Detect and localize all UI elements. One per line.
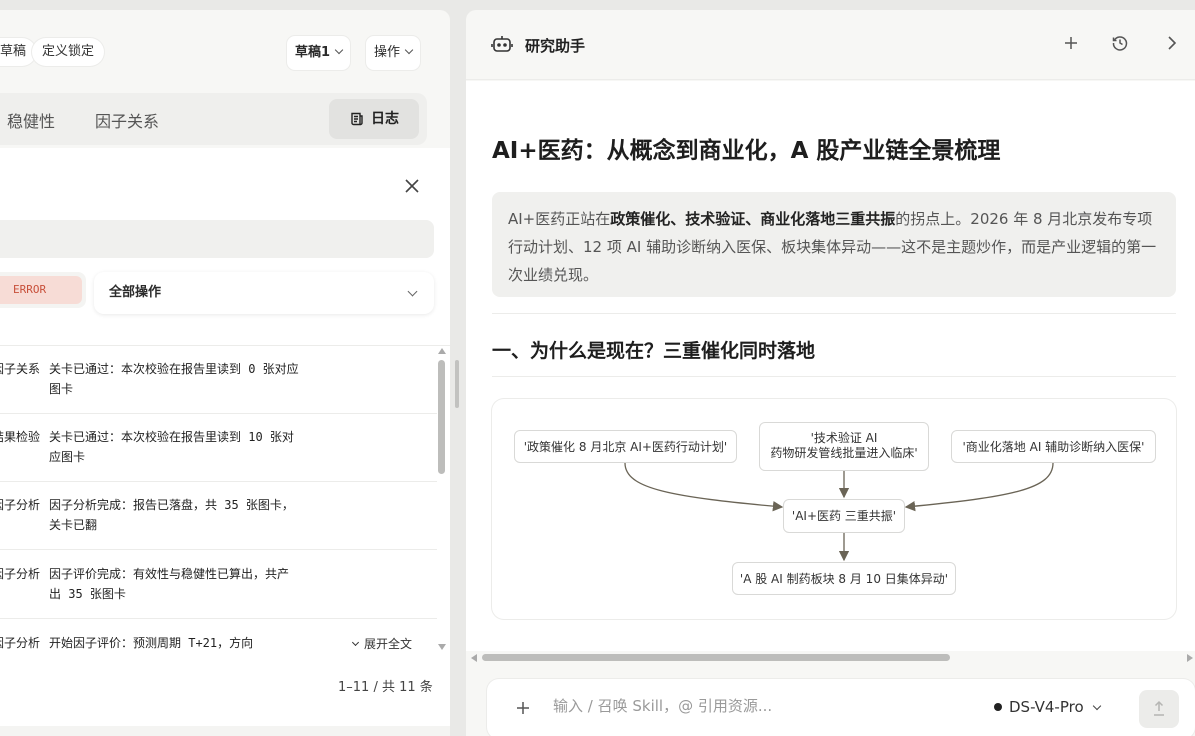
bottom-strip <box>0 726 450 736</box>
article-title: AI+医药：从概念到商业化，A 股产业链全景梳理 <box>492 138 1001 164</box>
row-divider <box>0 618 437 619</box>
scroll-right-arrow-icon[interactable] <box>1187 654 1193 662</box>
section-divider <box>492 376 1176 377</box>
log-message: 开始因子评价：预测周期 T+21，方向 <box>49 636 254 650</box>
pagination-info: 1–11 / 共 11 条 <box>338 680 433 695</box>
log-stage: 结果检验 <box>0 430 40 444</box>
send-arrow-icon <box>1154 700 1164 716</box>
log-drawer: ERROR 全部操作 因子关系 关卡已通过：本次校验在报告里读到 0 张对应图卡… <box>0 148 450 736</box>
chevron-down-icon <box>351 638 360 647</box>
send-button[interactable] <box>1139 690 1179 728</box>
scroll-up-arrow-icon[interactable] <box>438 348 446 354</box>
level-filter[interactable]: ERROR <box>0 272 86 308</box>
horizontal-scrollbar[interactable] <box>466 651 1195 665</box>
research-assistant-panel: 研究助手 AI+医药：从概念到商业化，A 股产业链全景梳理 AI+医药正站在政策… <box>466 10 1195 736</box>
robot-icon <box>491 36 513 52</box>
history-icon[interactable] <box>1111 34 1129 52</box>
chat-input-bar: DS-V4-Pro <box>487 679 1195 736</box>
panel-resize-handle[interactable] <box>455 360 459 408</box>
article-summary-quote: AI+医药正站在政策催化、技术验证、商业化落地三重共振的拐点上。2026 年 8… <box>492 192 1176 297</box>
tab-factor-relation[interactable]: 因子关系 <box>95 108 159 132</box>
definition-lock-pill[interactable]: 定义锁定 <box>32 38 105 66</box>
chevron-right-icon[interactable] <box>1163 34 1181 52</box>
log-message: 因子评价完成：有效性与稳健性已算出，共产出 35 张图卡 <box>49 567 290 601</box>
expand-label: 展开全文 <box>364 637 413 651</box>
expand-full-text-button[interactable]: 展开全文 <box>351 635 413 652</box>
model-name: DS-V4-Pro <box>1009 698 1084 716</box>
log-button[interactable]: 日志 <box>329 99 419 139</box>
quote-text-pre: AI+医药正站在 <box>508 210 611 228</box>
row-divider <box>0 549 437 550</box>
tab-robustness[interactable]: 稳健性 <box>7 108 55 132</box>
operations-select[interactable]: 操作 <box>366 36 421 70</box>
chevron-down-icon <box>334 45 344 55</box>
row-divider <box>0 481 437 482</box>
log-stage: 因子分析 <box>0 567 40 581</box>
chat-input[interactable] <box>553 697 973 715</box>
chevron-down-icon <box>407 286 418 297</box>
log-stage: 因子关系 <box>0 362 40 376</box>
log-message: 关卡已通过：本次校验在报告里读到 10 张对应图卡 <box>49 430 294 464</box>
plus-icon[interactable] <box>1062 34 1080 52</box>
assistant-title: 研究助手 <box>525 37 586 55</box>
log-stage: 因子分析 <box>0 498 40 512</box>
close-icon[interactable] <box>402 176 422 196</box>
chevron-down-icon <box>1092 701 1101 711</box>
analysis-tabbar: 稳健性 因子关系 日志 <box>0 93 427 145</box>
draft-select[interactable]: 草稿1 <box>287 36 351 70</box>
log-stage: 因子分析 <box>0 636 40 650</box>
attach-plus-icon[interactable] <box>515 700 531 716</box>
model-select[interactable]: DS-V4-Pro <box>994 698 1101 716</box>
action-filter-select[interactable]: 全部操作 <box>94 272 434 314</box>
log-icon <box>351 112 363 126</box>
node-tech: '技术验证 AI 药物研发管线批量进入临床' <box>759 422 929 471</box>
edge-policy-resonance <box>624 462 784 512</box>
section-heading: 一、为什么是现在？三重催化同时落地 <box>492 340 816 362</box>
model-status-dot-icon <box>994 703 1002 711</box>
scroll-down-arrow-icon[interactable] <box>438 644 446 650</box>
log-button-label: 日志 <box>371 111 399 127</box>
node-commercial: '商业化落地 AI 辅助诊断纳入医保' <box>951 430 1156 463</box>
operations-select-label: 操作 <box>374 45 401 60</box>
article-content: AI+医药：从概念到商业化，A 股产业链全景梳理 AI+医药正站在政策催化、技术… <box>466 81 1195 651</box>
node-tech-line1: '技术验证 AI <box>810 431 878 445</box>
horizontal-scroll-thumb[interactable] <box>482 654 950 661</box>
left-panel: 草稿 定义锁定 草稿1 操作 稳健性 因子关系 日志 ERROR 全部操作 因子… <box>0 10 450 736</box>
list-divider <box>0 345 450 346</box>
quote-text-bold: 政策催化、技术验证、商业化落地三重共振 <box>610 210 896 228</box>
assistant-header: 研究助手 <box>466 10 1195 80</box>
scroll-thumb[interactable] <box>438 360 445 474</box>
log-search-input[interactable] <box>0 220 434 258</box>
chevron-down-icon <box>404 45 414 55</box>
log-message: 因子分析完成：报告已落盘，共 35 张图卡，关卡已翻 <box>49 498 294 532</box>
node-result: 'A 股 AI 制药板块 8 月 10 日集体异动' <box>732 562 956 595</box>
draft-pill[interactable]: 草稿 <box>0 38 37 66</box>
row-divider <box>0 413 437 414</box>
node-policy: '政策催化 8 月北京 AI+医药行动计划' <box>514 430 737 463</box>
log-message: 关卡已通过：本次校验在报告里读到 0 张对应图卡 <box>49 362 299 396</box>
flow-diagram: '政策催化 8 月北京 AI+医药行动计划' '技术验证 AI 药物研发管线批量… <box>492 399 1176 619</box>
scroll-left-arrow-icon[interactable] <box>471 654 477 662</box>
draft-select-label: 草稿1 <box>295 45 331 60</box>
node-tech-line2: 药物研发管线批量进入临床' <box>770 446 918 460</box>
action-filter-label: 全部操作 <box>109 285 162 300</box>
log-scrollbar[interactable] <box>437 348 447 650</box>
section-divider <box>492 313 1176 314</box>
node-resonance: 'AI+医药 三重共振' <box>783 499 905 533</box>
edge-commercial-resonance <box>904 462 1054 512</box>
error-level-chip[interactable]: ERROR <box>0 276 82 304</box>
